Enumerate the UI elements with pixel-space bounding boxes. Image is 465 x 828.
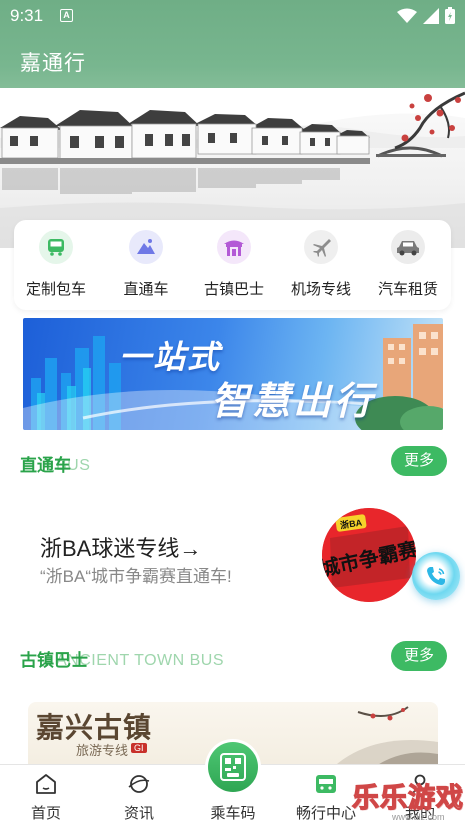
service-label: 定制包车 [25, 281, 86, 298]
service-label: 直通车 [123, 281, 169, 298]
battery-icon [445, 7, 455, 24]
signal-icon [423, 7, 439, 24]
service-menu: 定制包车 直通车 古镇巴士 机场专线 汽车租赁 [14, 220, 451, 310]
nav-ride-code[interactable]: 乘车码 [193, 797, 273, 823]
promo-banner[interactable]: 一站式 智慧出行 [23, 318, 443, 430]
nav-label: 首页 [30, 805, 61, 822]
airplane-icon [304, 230, 338, 264]
service-label: 古镇巴士 [203, 281, 264, 298]
nav-label: 乘车码 [210, 805, 256, 822]
more-button-town[interactable]: 更多 [391, 641, 447, 671]
notification-icon: A [60, 9, 73, 22]
service-car-rental[interactable]: 汽车租赁 [363, 230, 453, 299]
mountain-icon [129, 230, 163, 264]
town-subtitle: 旅游专线 [76, 744, 129, 759]
qr-code-icon [208, 742, 258, 792]
banner-title-line2: 智慧出行 [211, 381, 376, 423]
app-title: 嘉通行 [20, 52, 86, 75]
service-airport-line[interactable]: 机场专线 [276, 230, 366, 299]
service-direct-bus[interactable]: 直通车 [101, 230, 191, 299]
wifi-icon [397, 8, 417, 23]
planet-icon [99, 771, 179, 797]
service-label: 汽车租赁 [377, 281, 438, 298]
nav-home[interactable]: 首页 [6, 771, 86, 823]
service-label: 机场专线 [290, 281, 351, 298]
car-icon [391, 230, 425, 264]
status-icons [397, 7, 455, 24]
service-ancient-town-bus[interactable]: 古镇巴士 [189, 230, 279, 299]
promo-description: “浙BA“城市争霸赛直通车! [40, 567, 232, 586]
promo-title[interactable]: 浙BA球迷专线→ [40, 531, 201, 563]
bus-icon [39, 230, 73, 264]
phone-icon [427, 567, 445, 585]
section-title-direct: 直通车 [20, 456, 71, 475]
nav-news[interactable]: 资讯 [99, 771, 179, 823]
town-tag: GI [131, 743, 147, 753]
zheba-logo-art: 浙BA 城市争霸赛 [322, 508, 416, 602]
section-title-town: 古镇巴士 [20, 651, 88, 670]
zheba-logo[interactable]: 浙BA 城市争霸赛 [322, 508, 416, 602]
nav-label: 资讯 [123, 805, 154, 822]
status-time: 9:31 [10, 6, 44, 25]
service-chartered-bus[interactable]: 定制包车 [11, 230, 101, 299]
customer-service-button[interactable] [412, 552, 460, 600]
more-button-direct[interactable]: 更多 [391, 446, 447, 476]
pavilion-icon [217, 230, 251, 264]
watermark-url: www.dlz.com [392, 812, 445, 822]
banner-title-line1: 一站式 [119, 339, 222, 375]
watermark-logo: 乐乐游戏 [351, 782, 464, 813]
home-icon [6, 771, 86, 797]
qr-code-button[interactable] [205, 739, 261, 795]
status-bar: 9:31 A [0, 0, 465, 32]
